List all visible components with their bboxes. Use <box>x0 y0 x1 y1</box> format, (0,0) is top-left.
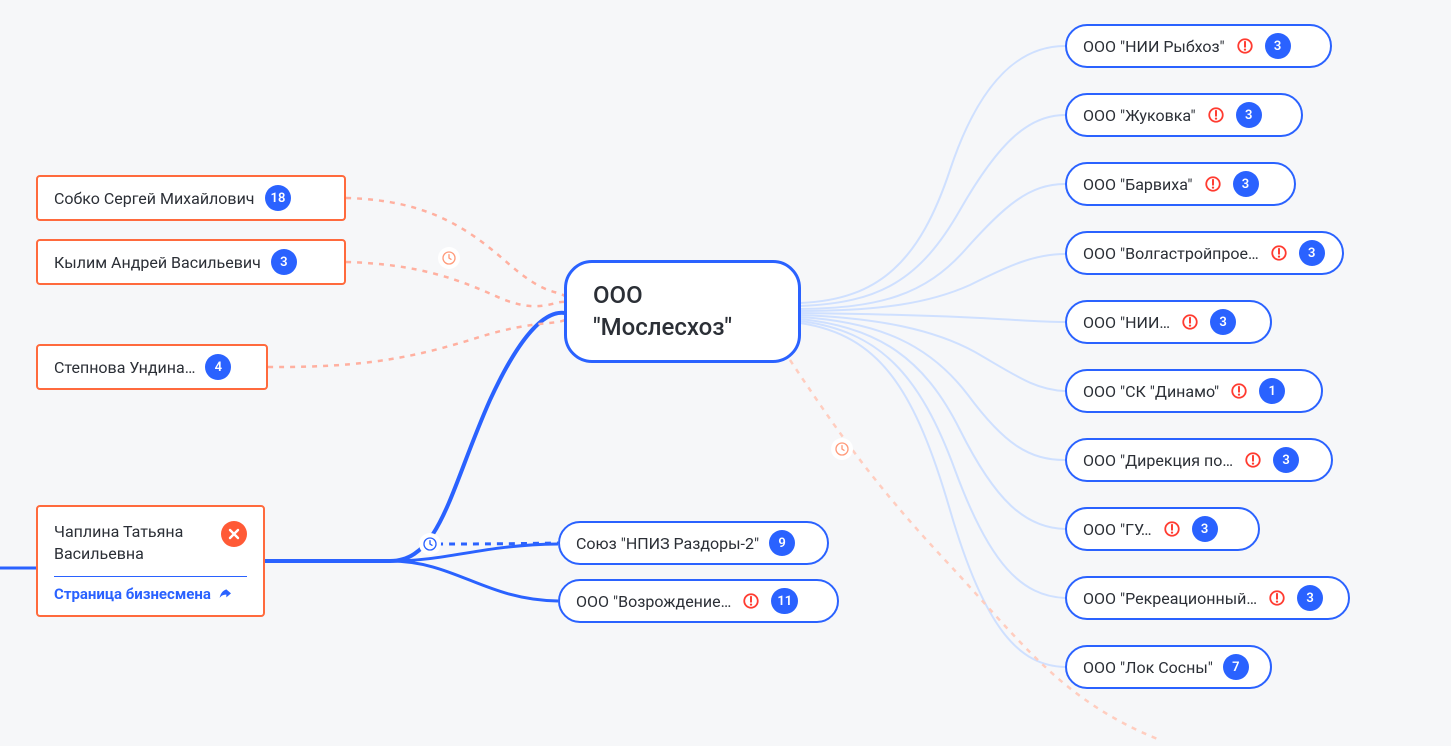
alert-icon <box>1203 174 1223 194</box>
org-name: ООО "Дирекция по… <box>1083 451 1233 470</box>
org-name: ООО "Барвиха" <box>1083 175 1193 194</box>
person-node[interactable]: Кылим Андрей Васильевич 3 <box>36 239 346 285</box>
org-name: ООО "Жуковка" <box>1083 106 1196 125</box>
history-clock-icon <box>831 438 853 460</box>
count-badge: 11 <box>771 588 798 614</box>
share-arrow-icon <box>217 586 233 602</box>
selected-person-name: Чаплина Татьяна Васильевна <box>54 521 203 566</box>
selected-person-card[interactable]: Чаплина Татьяна Васильевна Страница бизн… <box>36 505 265 617</box>
person-name: Собко Сергей Михайлович <box>54 189 255 208</box>
org-node[interactable]: ООО "Барвиха" 3 <box>1065 162 1296 206</box>
count-badge: 3 <box>1192 516 1218 542</box>
org-node[interactable]: ООО "Волгастройпрое… 3 <box>1065 231 1344 275</box>
count-badge: 4 <box>205 354 231 380</box>
org-node[interactable]: ООО "НИИ… 3 <box>1065 300 1272 344</box>
org-name: ООО "Лок Сосны" <box>1083 658 1213 677</box>
count-badge: 3 <box>1265 33 1291 59</box>
org-node[interactable]: ООО "ГУ… 3 <box>1065 507 1260 551</box>
org-name: ООО "СК "Динамо" <box>1083 382 1219 401</box>
person-name: Кылим Андрей Васильевич <box>54 253 261 272</box>
count-badge: 3 <box>1236 102 1262 128</box>
alert-icon <box>1267 588 1287 608</box>
alert-icon <box>1162 519 1182 539</box>
person-node[interactable]: Собко Сергей Михайлович 18 <box>36 175 346 221</box>
person-name: Степнова Ундина… <box>54 358 195 377</box>
center-company-node[interactable]: ООО "Мослесхоз" <box>564 260 801 363</box>
count-badge: 3 <box>1233 171 1259 197</box>
org-name: ООО "ГУ… <box>1083 520 1152 539</box>
history-clock-icon <box>438 247 460 269</box>
alert-icon <box>1206 105 1226 125</box>
alert-icon <box>1269 243 1289 263</box>
alert-icon <box>1180 312 1200 332</box>
org-node[interactable]: ООО "Жуковка" 3 <box>1065 93 1303 137</box>
count-badge: 3 <box>271 249 297 275</box>
org-name: ООО "НИИ… <box>1083 313 1170 332</box>
org-node[interactable]: ООО "СК "Динамо" 1 <box>1065 369 1323 413</box>
count-badge: 3 <box>1297 585 1323 611</box>
org-name: ООО "Рекреационный… <box>1083 589 1257 608</box>
org-name: Союз "НПИЗ Раздоры-2" <box>576 534 759 553</box>
link-text: Страница бизнесмена <box>54 585 211 603</box>
count-badge: 9 <box>769 530 795 556</box>
center-title: ООО "Мослесхоз" <box>593 279 772 344</box>
org-node[interactable]: Союз "НПИЗ Раздоры-2" 9 <box>558 521 829 565</box>
org-node[interactable]: ООО "Дирекция по… 3 <box>1065 438 1333 482</box>
org-node[interactable]: ООО "НИИ Рыбхоз" 3 <box>1065 24 1332 68</box>
org-name: ООО "НИИ Рыбхоз" <box>1083 37 1225 56</box>
count-badge: 3 <box>1273 447 1299 473</box>
alert-icon <box>741 591 761 611</box>
count-badge: 18 <box>265 185 292 211</box>
alert-icon <box>1235 36 1255 56</box>
count-badge: 3 <box>1210 309 1236 335</box>
close-icon[interactable] <box>221 521 247 547</box>
org-node[interactable]: ООО "Лок Сосны" 7 <box>1065 645 1272 689</box>
alert-icon <box>1243 450 1263 470</box>
person-node[interactable]: Степнова Ундина… 4 <box>36 344 268 390</box>
org-name: ООО "Возрождение… <box>576 592 731 611</box>
count-badge: 7 <box>1223 654 1249 680</box>
org-node[interactable]: ООО "Рекреационный… 3 <box>1065 576 1350 620</box>
divider <box>54 576 247 577</box>
org-node[interactable]: ООО "Возрождение… 11 <box>558 579 839 623</box>
alert-icon <box>1229 381 1249 401</box>
businessman-page-link[interactable]: Страница бизнесмена <box>54 585 247 603</box>
count-badge: 3 <box>1299 240 1325 266</box>
org-name: ООО "Волгастройпрое… <box>1083 244 1259 263</box>
history-clock-icon <box>419 533 441 555</box>
count-badge: 1 <box>1259 378 1285 404</box>
